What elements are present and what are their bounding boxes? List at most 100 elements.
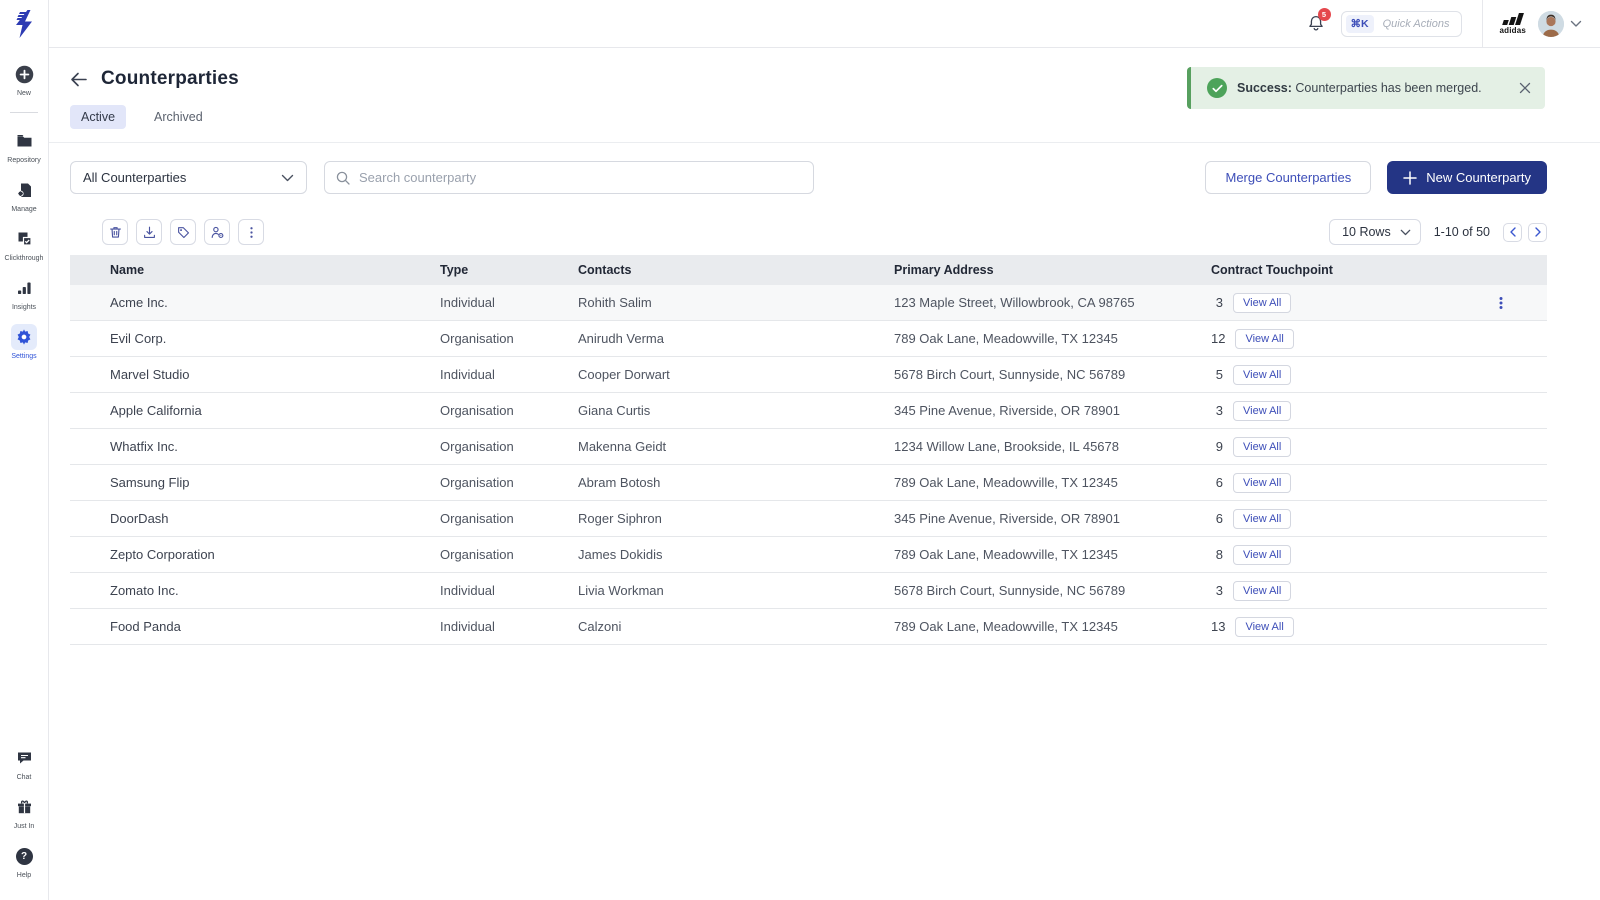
success-toast: Success: Counterparties has been merged.: [1187, 67, 1545, 109]
new-counterparty-label: New Counterparty: [1426, 170, 1531, 185]
table-row[interactable]: Acme Inc. Individual Rohith Salim 123 Ma…: [70, 285, 1547, 321]
new-counterparty-button[interactable]: New Counterparty: [1387, 161, 1547, 194]
counterparty-name: Samsung Flip: [110, 475, 440, 490]
sidebar-item-repository[interactable]: Repository: [3, 128, 45, 164]
sidebar-item-just-in[interactable]: Just In: [3, 794, 45, 830]
sidebar-item-label: Repository: [7, 157, 40, 164]
topbar: 5 ⌘K Quick Actions adidas: [49, 0, 1600, 48]
toast-accent-bar: [1187, 67, 1191, 109]
table-row[interactable]: Zomato Inc. Individual Livia Workman 567…: [70, 573, 1547, 609]
view-all-button[interactable]: View All: [1233, 437, 1291, 457]
sidebar-item-new[interactable]: New: [3, 61, 45, 97]
view-all-button[interactable]: View All: [1235, 617, 1293, 637]
table-row[interactable]: Evil Corp. Organisation Anirudh Verma 78…: [70, 321, 1547, 357]
filter-selected-value: All Counterparties: [83, 170, 186, 185]
delete-button[interactable]: [102, 219, 128, 245]
user-gear-icon: [210, 225, 225, 240]
counterparty-address: 345 Pine Avenue, Riverside, OR 78901: [894, 511, 1211, 526]
document-gear-icon: [11, 177, 37, 203]
sidebar-item-insights[interactable]: Insights: [3, 275, 45, 311]
kebab-menu-icon: [244, 225, 259, 240]
sidebar-bottom-nav: Chat Just In Help: [3, 745, 45, 900]
touchpoint-count: 5: [1211, 367, 1223, 382]
page-title: Counterparties: [101, 68, 239, 90]
counterparty-filter-select[interactable]: All Counterparties: [70, 161, 307, 194]
table-body: Acme Inc. Individual Rohith Salim 123 Ma…: [70, 285, 1547, 645]
chat-icon: [11, 745, 37, 771]
tab-archived[interactable]: Archived: [143, 105, 214, 129]
assign-user-button[interactable]: [204, 219, 230, 245]
counterparty-type: Individual: [440, 583, 578, 598]
rows-per-page-value: 10 Rows: [1342, 225, 1391, 239]
lightning-bolt-icon: [11, 9, 37, 39]
user-avatar[interactable]: [1538, 11, 1564, 37]
counterparty-address: 789 Oak Lane, Meadowville, TX 12345: [894, 619, 1211, 634]
counterparties-table: 10 Rows 1-10 of 50 Name Type Contacts Pr…: [70, 210, 1547, 645]
next-page-button[interactable]: [1528, 223, 1547, 242]
gear-icon: [11, 324, 37, 350]
tag-button[interactable]: [170, 219, 196, 245]
search-icon: [335, 170, 351, 186]
sidebar-item-label: Chat: [17, 774, 32, 781]
merge-counterparties-button[interactable]: Merge Counterparties: [1205, 161, 1371, 194]
counterparty-type: Individual: [440, 367, 578, 382]
search-input[interactable]: [359, 170, 803, 185]
view-all-button[interactable]: View All: [1233, 293, 1291, 313]
close-icon[interactable]: [1519, 82, 1531, 94]
table-row[interactable]: Apple California Organisation Giana Curt…: [70, 393, 1547, 429]
counterparty-contact: Makenna Geidt: [578, 439, 894, 454]
counterparty-type: Organisation: [440, 547, 578, 562]
sidebar-item-chat[interactable]: Chat: [3, 745, 45, 781]
back-arrow-button[interactable]: [70, 72, 87, 87]
counterparty-contact: James Dokidis: [578, 547, 894, 562]
counterparty-name: Food Panda: [110, 619, 440, 634]
view-all-button[interactable]: View All: [1233, 545, 1291, 565]
previous-page-button[interactable]: [1503, 223, 1522, 242]
counterparty-contact: Roger Siphron: [578, 511, 894, 526]
table-row[interactable]: Marvel Studio Individual Cooper Dorwart …: [70, 357, 1547, 393]
counterparty-name: Evil Corp.: [110, 331, 440, 346]
view-all-button[interactable]: View All: [1233, 473, 1291, 493]
tab-active[interactable]: Active: [70, 105, 126, 129]
chevron-right-icon: [1534, 227, 1542, 237]
counterparty-name: Acme Inc.: [110, 295, 440, 310]
table-row[interactable]: DoorDash Organisation Roger Siphron 345 …: [70, 501, 1547, 537]
view-all-button[interactable]: View All: [1233, 401, 1291, 421]
table-header-row: Name Type Contacts Primary Address Contr…: [70, 255, 1547, 285]
table-row[interactable]: Whatfix Inc. Organisation Makenna Geidt …: [70, 429, 1547, 465]
counterparty-address: 345 Pine Avenue, Riverside, OR 78901: [894, 403, 1211, 418]
view-all-button[interactable]: View All: [1233, 509, 1291, 529]
counterparty-address: 1234 Willow Lane, Brookside, IL 45678: [894, 439, 1211, 454]
rows-per-page-select[interactable]: 10 Rows: [1329, 219, 1421, 245]
app-logo[interactable]: [0, 0, 48, 48]
table-row[interactable]: Samsung Flip Organisation Abram Botosh 7…: [70, 465, 1547, 501]
counterparty-address: 789 Oak Lane, Meadowville, TX 12345: [894, 475, 1211, 490]
sidebar-item-label: Settings: [11, 353, 36, 360]
quick-actions-button[interactable]: ⌘K Quick Actions: [1341, 11, 1463, 37]
view-all-button[interactable]: View All: [1233, 581, 1291, 601]
more-options-button[interactable]: [238, 219, 264, 245]
touchpoint-count: 13: [1211, 619, 1225, 634]
counterparty-type: Organisation: [440, 331, 578, 346]
notifications-button[interactable]: 5: [1307, 14, 1325, 33]
toast-body: Counterparties has been merged.: [1295, 81, 1481, 95]
pager: [1503, 223, 1547, 242]
column-header-type: Type: [440, 263, 578, 277]
touchpoint-count: 9: [1211, 439, 1223, 454]
view-all-button[interactable]: View All: [1233, 365, 1291, 385]
row-menu-button[interactable]: [1491, 291, 1511, 315]
chevron-down-icon[interactable]: [1570, 20, 1582, 28]
sidebar-item-label: New: [17, 90, 31, 97]
sidebar-item-settings[interactable]: Settings: [3, 324, 45, 360]
sidebar-item-clickthrough[interactable]: Clickthrough: [3, 226, 45, 262]
sidebar-item-help[interactable]: Help: [3, 843, 45, 879]
counterparty-contact: Abram Botosh: [578, 475, 894, 490]
view-all-button[interactable]: View All: [1235, 329, 1293, 349]
filter-row: All Counterparties Merge Counterparties …: [49, 143, 1600, 194]
trash-icon: [108, 225, 123, 240]
download-button[interactable]: [136, 219, 162, 245]
sidebar-item-manage[interactable]: Manage: [3, 177, 45, 213]
table-row[interactable]: Zepto Corporation Organisation James Dok…: [70, 537, 1547, 573]
table-row[interactable]: Food Panda Individual Calzoni 789 Oak La…: [70, 609, 1547, 645]
counterparty-type: Individual: [440, 619, 578, 634]
